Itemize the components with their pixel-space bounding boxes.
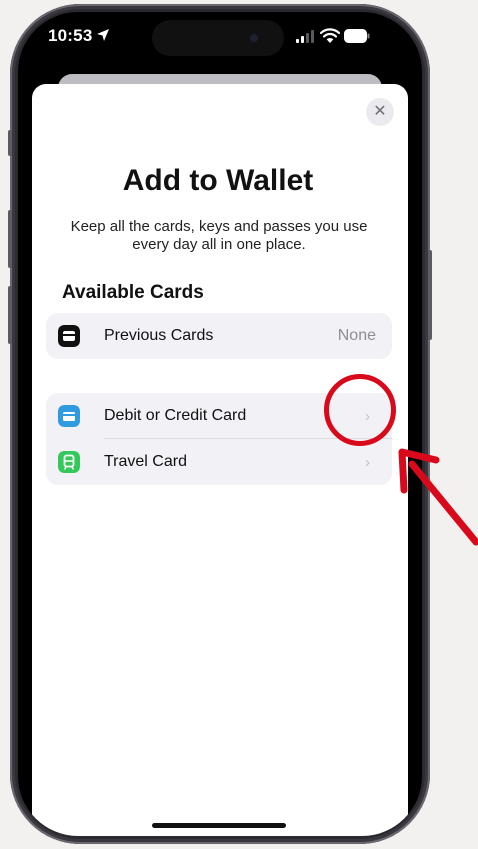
- travel-card-label: Travel Card: [104, 453, 187, 470]
- power-button: [428, 250, 432, 340]
- credit-card-icon: [58, 405, 80, 427]
- previous-cards-value: None: [337, 327, 376, 344]
- wallet-icon: [58, 325, 80, 347]
- chevron-right-icon: ›: [365, 453, 370, 471]
- cellular-signal-icon: [296, 30, 314, 43]
- dynamic-island: [152, 20, 284, 56]
- action-button: [8, 130, 12, 156]
- home-indicator: [152, 823, 286, 828]
- previous-cards-group: Previous Cards None: [46, 313, 392, 359]
- stage: 10:53 ✕ Add to Wallet Keep all the cards…: [0, 0, 478, 849]
- debit-credit-card-label: Debit or Credit Card: [104, 407, 247, 424]
- volume-down-button: [8, 286, 12, 344]
- volume-up-button: [8, 210, 12, 268]
- close-button[interactable]: ✕: [366, 98, 394, 126]
- page-subtitle: Keep all the cards, keys and passes you …: [70, 218, 368, 253]
- train-icon: [58, 451, 80, 473]
- highlight-circle: [324, 374, 396, 446]
- wifi-icon: [320, 28, 340, 43]
- travel-card-row[interactable]: Travel Card ›: [46, 439, 392, 485]
- location-arrow-icon: [97, 29, 109, 41]
- page-title: Add to Wallet: [122, 164, 314, 197]
- previous-cards-row[interactable]: Previous Cards None: [46, 313, 392, 359]
- battery-icon: [344, 29, 370, 43]
- status-time: 10:53: [48, 26, 93, 45]
- available-cards-header: Available Cards: [62, 282, 204, 303]
- annotation-arrow-icon: [398, 448, 478, 546]
- previous-cards-label: Previous Cards: [104, 327, 214, 344]
- camera-icon: [250, 34, 258, 42]
